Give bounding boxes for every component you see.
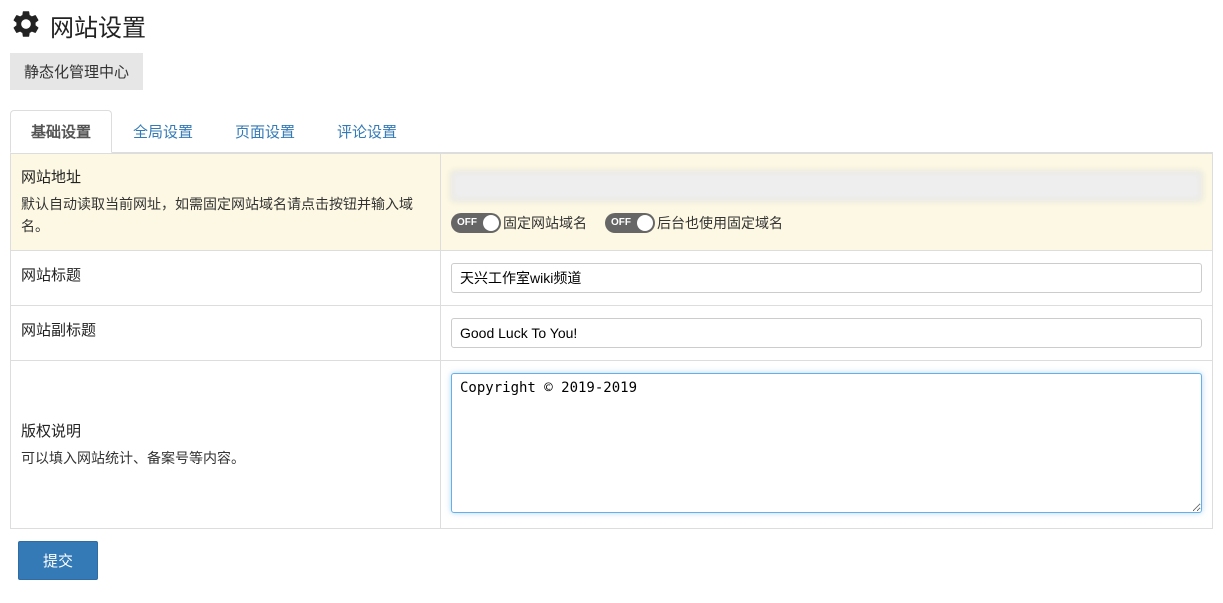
copyright-help: 可以填入网站统计、备案号等内容。 bbox=[21, 447, 430, 469]
submit-row: 提交 bbox=[10, 529, 1213, 592]
site-url-help: 默认自动读取当前网址，如需固定网站域名请点击按钮并输入域名。 bbox=[21, 193, 430, 238]
toggle-fixed-domain[interactable]: OFF bbox=[451, 213, 501, 233]
row-site-title: 网站标题 bbox=[11, 250, 1213, 305]
submit-button[interactable]: 提交 bbox=[18, 541, 98, 580]
toggle-state-text: OFF bbox=[611, 217, 631, 228]
tabs: 基础设置 全局设置 页面设置 评论设置 bbox=[10, 110, 1213, 153]
toggle-knob bbox=[483, 215, 499, 231]
tab-page-settings[interactable]: 页面设置 bbox=[214, 110, 316, 153]
toggle-knob bbox=[637, 215, 653, 231]
row-copyright: 版权说明 可以填入网站统计、备案号等内容。 bbox=[11, 360, 1213, 528]
site-url-label: 网站地址 bbox=[21, 166, 430, 187]
site-url-input[interactable] bbox=[451, 171, 1202, 201]
tab-comment-settings[interactable]: 评论设置 bbox=[316, 110, 418, 153]
toggle-backend-fixed[interactable]: OFF bbox=[605, 213, 655, 233]
settings-table: 网站地址 默认自动读取当前网址，如需固定网站域名请点击按钮并输入域名。 OFF … bbox=[10, 153, 1213, 529]
toggle-backend-fixed-label: 后台也使用固定域名 bbox=[657, 213, 783, 233]
toggle-fixed-domain-label: 固定网站域名 bbox=[503, 213, 587, 233]
site-title-label: 网站标题 bbox=[21, 264, 430, 285]
site-title-input[interactable] bbox=[451, 263, 1202, 293]
site-subtitle-label: 网站副标题 bbox=[21, 319, 430, 340]
gear-icon bbox=[10, 8, 42, 43]
toggle-row: OFF 固定网站域名 OFF 后台也使用固定域名 bbox=[451, 213, 1202, 233]
page-header: 网站设置 bbox=[10, 8, 1213, 43]
row-site-subtitle: 网站副标题 bbox=[11, 305, 1213, 360]
tab-global-settings[interactable]: 全局设置 bbox=[112, 110, 214, 153]
tab-basic-settings[interactable]: 基础设置 bbox=[10, 110, 112, 153]
toggle-group-backend-fixed: OFF 后台也使用固定域名 bbox=[605, 213, 783, 233]
copyright-label: 版权说明 bbox=[21, 420, 430, 441]
page-title: 网站设置 bbox=[50, 8, 146, 43]
static-management-button[interactable]: 静态化管理中心 bbox=[10, 53, 143, 90]
toggle-state-text: OFF bbox=[457, 217, 477, 228]
copyright-textarea[interactable] bbox=[451, 373, 1202, 513]
toggle-group-fixed-domain: OFF 固定网站域名 bbox=[451, 213, 587, 233]
row-site-url: 网站地址 默认自动读取当前网址，如需固定网站域名请点击按钮并输入域名。 OFF … bbox=[11, 154, 1213, 251]
site-subtitle-input[interactable] bbox=[451, 318, 1202, 348]
